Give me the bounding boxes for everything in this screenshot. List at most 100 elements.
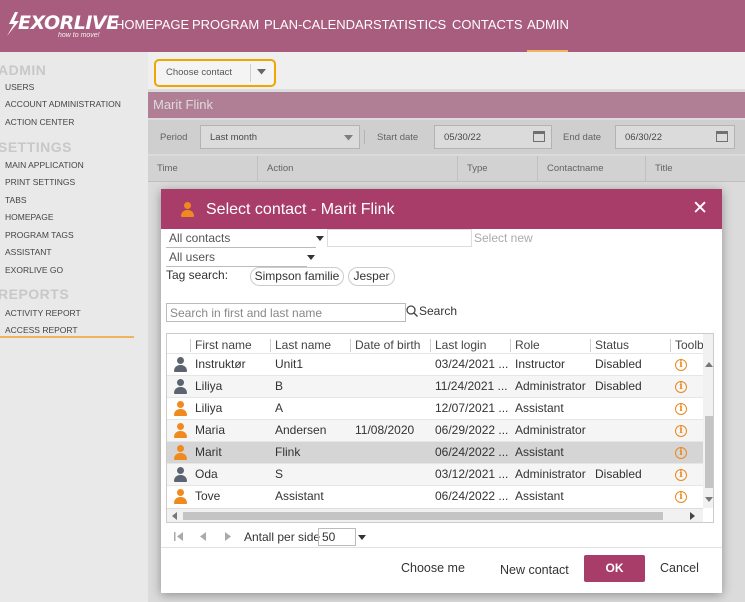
search-icon[interactable]: [406, 305, 418, 317]
select-new-input[interactable]: [327, 229, 472, 247]
sidebar-item-assistant[interactable]: ASSISTANT: [5, 247, 52, 257]
cell-last-name: B: [275, 379, 284, 393]
cell-first-name: Oda: [195, 467, 218, 481]
tag-search-label: Tag search:: [166, 268, 229, 282]
sidebar-item-exorlive-go[interactable]: EXORLIVE GO: [5, 265, 63, 275]
sidebar-item-activity-report[interactable]: ACTIVITY REPORT: [5, 308, 81, 318]
chevron-down-icon[interactable]: [358, 535, 366, 540]
cell-last-login: 12/07/2021 ...: [435, 401, 509, 415]
contacts-filter-value: All contacts: [169, 231, 231, 245]
nav-admin[interactable]: ADMIN: [527, 0, 569, 52]
sidebar-heading-reports: REPORTS: [0, 286, 70, 302]
cell-status: Disabled: [595, 467, 642, 481]
table-row[interactable]: Oda S 03/12/2021 ... Administrator Disab…: [167, 463, 703, 485]
table-row[interactable]: Tove Assistant 06/24/2022 ... Assistant …: [167, 485, 703, 507]
nav-contacts[interactable]: CONTACTS: [452, 0, 523, 52]
search-placeholder: Search in first and last name: [170, 306, 323, 320]
table-row[interactable]: Liliya A 12/07/2021 ... Assistant i: [167, 397, 703, 419]
cell-first-name: Maria: [195, 423, 226, 437]
scrollbar-thumb[interactable]: [705, 416, 713, 488]
info-icon[interactable]: i: [675, 381, 687, 393]
choose-contact-button[interactable]: Choose contact: [154, 59, 276, 87]
report-toolbar: Choose contact: [148, 52, 745, 90]
close-icon[interactable]: ✕: [692, 197, 708, 220]
choose-me-button[interactable]: Choose me: [401, 561, 465, 575]
admin-sidebar: ADMIN USERS ACCOUNT ADMINISTRATION ACTIO…: [0, 52, 145, 602]
dialog-header: Select contact - Marit Flink ✕: [161, 189, 722, 229]
sidebar-item-account-administration[interactable]: ACCOUNT ADMINISTRATION: [5, 99, 121, 109]
sidebar-item-tabs[interactable]: TABS: [5, 195, 27, 205]
top-navigation-bar: EXORLIVE how to move! HOMEPAGE PROGRAM P…: [0, 0, 745, 52]
cell-last-login: 03/24/2021 ...: [435, 357, 509, 371]
tag-chip[interactable]: Jesper: [348, 267, 395, 286]
scroll-down-icon[interactable]: [705, 497, 713, 502]
search-input[interactable]: Search in first and last name: [166, 303, 406, 322]
cancel-button[interactable]: Cancel: [660, 561, 699, 575]
info-icon[interactable]: i: [675, 447, 687, 459]
cell-status: Disabled: [595, 357, 642, 371]
cell-first-name: Marit: [195, 445, 222, 459]
info-icon[interactable]: i: [675, 403, 687, 415]
nav-program[interactable]: PROGRAM: [192, 0, 259, 52]
cell-date-of-birth: [350, 354, 430, 376]
cell-last-name: Assistant: [275, 489, 324, 503]
search-button[interactable]: Search: [419, 304, 457, 318]
cell-last-login: 03/12/2021 ...: [435, 467, 509, 481]
pager: Antall per side 50: [166, 527, 714, 547]
cell-date-of-birth: [350, 442, 430, 464]
table-row[interactable]: Maria Andersen 11/08/2020 06/29/2022 ...…: [167, 419, 703, 441]
nav-statistics[interactable]: STATISTICS: [373, 0, 446, 52]
table-row[interactable]: Liliya B 11/24/2021 ... Administrator Di…: [167, 375, 703, 397]
scroll-right-icon[interactable]: [690, 512, 695, 520]
contacts-filter-select[interactable]: All contacts: [166, 230, 316, 248]
page-size-value: 50: [322, 530, 336, 544]
person-icon: [172, 489, 188, 504]
scroll-left-icon[interactable]: [172, 512, 177, 520]
first-page-icon[interactable]: [174, 532, 184, 541]
scrollbar-thumb[interactable]: [183, 512, 663, 520]
nav-homepage[interactable]: HOMEPAGE: [115, 0, 189, 52]
scroll-up-icon[interactable]: [705, 362, 713, 367]
sidebar-item-homepage[interactable]: HOMEPAGE: [5, 212, 54, 222]
info-icon[interactable]: i: [675, 359, 687, 371]
sidebar-item-main-application[interactable]: MAIN APPLICATION: [5, 160, 84, 170]
info-icon[interactable]: i: [675, 491, 687, 503]
info-icon[interactable]: i: [675, 469, 687, 481]
cell-date-of-birth: [350, 398, 430, 420]
dialog-footer: Choose me New contact OK Cancel: [161, 547, 722, 593]
nav-plan-calendar[interactable]: PLAN-CALENDAR: [264, 0, 373, 52]
cell-last-login: 11/24/2021 ...: [435, 379, 508, 393]
sidebar-item-print-settings[interactable]: PRINT SETTINGS: [5, 177, 75, 187]
button-divider: [250, 64, 251, 82]
users-filter-select[interactable]: All users: [166, 249, 307, 267]
sidebar-item-access-report[interactable]: ACCESS REPORT: [5, 325, 78, 335]
new-contact-button[interactable]: New contact: [500, 563, 569, 577]
page-size-select[interactable]: 50: [318, 528, 356, 546]
chevron-down-icon[interactable]: [316, 236, 324, 241]
sidebar-item-program-tags[interactable]: PROGRAM TAGS: [5, 230, 74, 240]
next-page-icon[interactable]: [225, 532, 232, 541]
cell-last-login: 06/24/2022 ...: [435, 489, 509, 503]
sidebar-item-users[interactable]: USERS: [5, 82, 34, 92]
cell-first-name: Tove: [195, 489, 221, 503]
horizontal-scrollbar[interactable]: [167, 508, 703, 522]
tag-chip[interactable]: Simpson familie: [250, 267, 344, 286]
vertical-scrollbar[interactable]: [703, 334, 713, 508]
cell-date-of-birth: [350, 464, 430, 486]
cell-first-name: Instruktør: [195, 357, 246, 371]
dialog-title: Select contact - Marit Flink: [206, 201, 395, 218]
table-row[interactable]: Instruktør Unit1 03/24/2021 ... Instruct…: [167, 353, 703, 375]
ok-button[interactable]: OK: [584, 555, 645, 582]
cell-role: Administrator: [515, 423, 586, 437]
chevron-down-icon[interactable]: [307, 255, 315, 260]
select-new-placeholder: Select new: [474, 231, 533, 245]
table-row-selected[interactable]: Marit Flink 06/24/2022 ... Assistant i: [167, 441, 703, 463]
sidebar-active-indicator: [0, 336, 134, 338]
info-icon[interactable]: i: [675, 425, 687, 437]
sidebar-item-action-center[interactable]: ACTION CENTER: [5, 117, 74, 127]
person-icon: [172, 379, 188, 394]
chevron-down-icon: [257, 69, 266, 75]
page-size-label: Antall per side: [244, 530, 321, 544]
contacts-table: First name Last name Date of birth Last …: [166, 333, 714, 523]
previous-page-icon[interactable]: [200, 532, 207, 541]
